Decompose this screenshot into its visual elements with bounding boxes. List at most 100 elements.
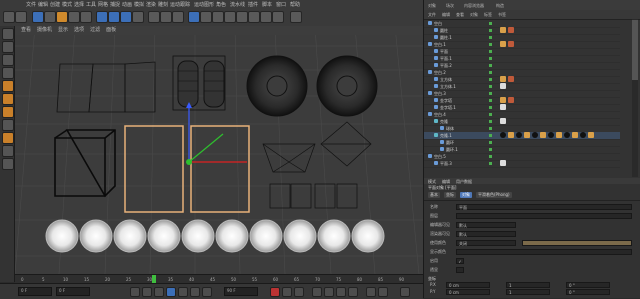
menu-mesh[interactable]: 网格 xyxy=(98,1,108,8)
subdivision-icon[interactable] xyxy=(212,11,224,23)
material-tag-icon[interactable] xyxy=(508,27,514,33)
visible-check[interactable] xyxy=(489,141,492,144)
material-tag-icon[interactable] xyxy=(540,132,546,138)
axis-y-icon[interactable] xyxy=(108,11,120,23)
material-tag-icon[interactable] xyxy=(524,132,530,138)
plane-left-selected[interactable] xyxy=(124,125,184,213)
om-menu-tags[interactable]: 标签 xyxy=(484,12,492,18)
layer-field[interactable] xyxy=(456,213,632,219)
visible-check[interactable] xyxy=(489,78,492,81)
sphere-tag-icon[interactable] xyxy=(564,132,570,138)
prev-key-icon[interactable] xyxy=(142,287,152,297)
timeline-menu-icon[interactable] xyxy=(378,287,388,297)
position-key-icon[interactable] xyxy=(312,287,322,297)
visible-check[interactable] xyxy=(489,22,492,25)
menu-select[interactable]: 选择 xyxy=(74,1,84,8)
viewport-menu-options[interactable]: 选项 xyxy=(74,27,84,33)
om-menu-objects[interactable]: 对象 xyxy=(470,12,478,18)
rot-h-field[interactable]: 0 ° xyxy=(566,282,610,288)
make-editable-icon[interactable] xyxy=(2,28,14,40)
menu-simulate[interactable]: 模拟 xyxy=(134,1,144,8)
go-end-icon[interactable] xyxy=(202,287,212,297)
texture-tag-icon[interactable] xyxy=(500,118,506,124)
visible-check[interactable] xyxy=(489,85,492,88)
menu-animate[interactable]: 动画 xyxy=(122,1,132,8)
menu-help[interactable]: 帮助 xyxy=(290,1,300,8)
material-tag-icon[interactable] xyxy=(572,132,578,138)
om-menu-view[interactable]: 查看 xyxy=(456,12,464,18)
point-level-icon[interactable] xyxy=(366,287,376,297)
axis-z-icon[interactable] xyxy=(120,11,132,23)
om-menu-file[interactable]: 文件 xyxy=(428,12,436,18)
visible-check[interactable] xyxy=(489,36,492,39)
visible-check[interactable] xyxy=(489,155,492,158)
redo-icon[interactable] xyxy=(15,11,27,23)
visible-check[interactable] xyxy=(489,43,492,46)
render-settings-icon[interactable] xyxy=(172,11,184,23)
scale-key-icon[interactable] xyxy=(336,287,346,297)
go-start-icon[interactable] xyxy=(130,287,140,297)
undo-icon[interactable] xyxy=(3,11,15,23)
prev-frame-icon[interactable] xyxy=(154,287,164,297)
workplane-icon[interactable] xyxy=(2,67,14,79)
polygons-mode-icon[interactable] xyxy=(2,106,14,118)
layout-icon[interactable] xyxy=(290,11,302,23)
sphere-tag-icon[interactable] xyxy=(548,132,554,138)
enabled-checkbox[interactable]: ✓ xyxy=(456,258,464,264)
render-picture-viewer-icon[interactable] xyxy=(160,11,172,23)
pos-y-field[interactable]: 0 cm xyxy=(446,289,490,295)
object-row[interactable]: 平面.3 xyxy=(424,160,620,168)
scale-x-field[interactable]: 1 xyxy=(506,282,550,288)
tab-objects[interactable]: 对象 xyxy=(428,3,436,9)
visible-check[interactable] xyxy=(489,127,492,130)
tab-takes[interactable]: 场次 xyxy=(446,3,454,9)
camera-icon[interactable] xyxy=(260,11,272,23)
visible-check[interactable] xyxy=(489,29,492,32)
menu-window[interactable]: 窗口 xyxy=(276,1,286,8)
am-menu-user-data[interactable]: 用户数据 xyxy=(456,179,472,185)
texture-tag-icon[interactable] xyxy=(500,83,506,89)
pos-x-field[interactable]: 0 cm xyxy=(446,282,490,288)
visible-check[interactable] xyxy=(489,50,492,53)
points-mode-icon[interactable] xyxy=(2,80,14,92)
cube-icon[interactable] xyxy=(188,11,200,23)
render-visible-select[interactable]: 默认 xyxy=(456,231,516,237)
menu-edit[interactable]: 编辑 xyxy=(38,1,48,8)
viewport-menu-panel[interactable]: 面板 xyxy=(106,27,116,33)
material-tag-icon[interactable] xyxy=(508,97,514,103)
rotation-key-icon[interactable] xyxy=(324,287,334,297)
pen-icon[interactable] xyxy=(200,11,212,23)
menu-script[interactable]: 脚本 xyxy=(262,1,272,8)
om-menu-edit[interactable]: 编辑 xyxy=(442,12,450,18)
viewport-menu-view[interactable]: 查看 xyxy=(21,27,31,33)
transform-icon[interactable] xyxy=(80,11,92,23)
visible-check[interactable] xyxy=(489,99,492,102)
visible-check[interactable] xyxy=(489,71,492,74)
tab-coord[interactable]: 坐标 xyxy=(444,192,456,198)
menu-motion-tracking[interactable]: 运动跟踪 xyxy=(170,1,190,8)
menu-render[interactable]: 渲染 xyxy=(146,1,156,8)
om-menu-bookmarks[interactable]: 书签 xyxy=(498,12,506,18)
xray-checkbox[interactable] xyxy=(456,267,464,273)
visible-check[interactable] xyxy=(489,148,492,151)
rotate-tool-icon[interactable] xyxy=(68,11,80,23)
autokey-icon[interactable] xyxy=(282,287,292,297)
display-color-field[interactable] xyxy=(456,249,632,255)
start-frame-field[interactable]: 0 F xyxy=(56,287,90,296)
floor-icon[interactable] xyxy=(248,11,260,23)
rot-p-field[interactable]: 0 ° xyxy=(566,289,610,295)
menu-mode[interactable]: 模式 xyxy=(62,1,72,8)
axis-mode-icon[interactable] xyxy=(2,119,14,131)
texture-mode-icon[interactable] xyxy=(2,54,14,66)
sphere-tag-icon[interactable] xyxy=(580,132,586,138)
keyframe-selection-icon[interactable] xyxy=(294,287,304,297)
visible-check[interactable] xyxy=(489,120,492,123)
tweak-icon[interactable] xyxy=(2,132,14,144)
material-tag-icon[interactable] xyxy=(500,76,506,82)
menu-pipeline[interactable]: 流水线 xyxy=(230,1,245,8)
select-tool-icon[interactable] xyxy=(32,11,44,23)
visible-check[interactable] xyxy=(489,57,492,60)
viewport-menu-cameras[interactable]: 摄像机 xyxy=(37,27,52,33)
axis-x-icon[interactable] xyxy=(96,11,108,23)
scale-y-field[interactable]: 1 xyxy=(506,289,550,295)
